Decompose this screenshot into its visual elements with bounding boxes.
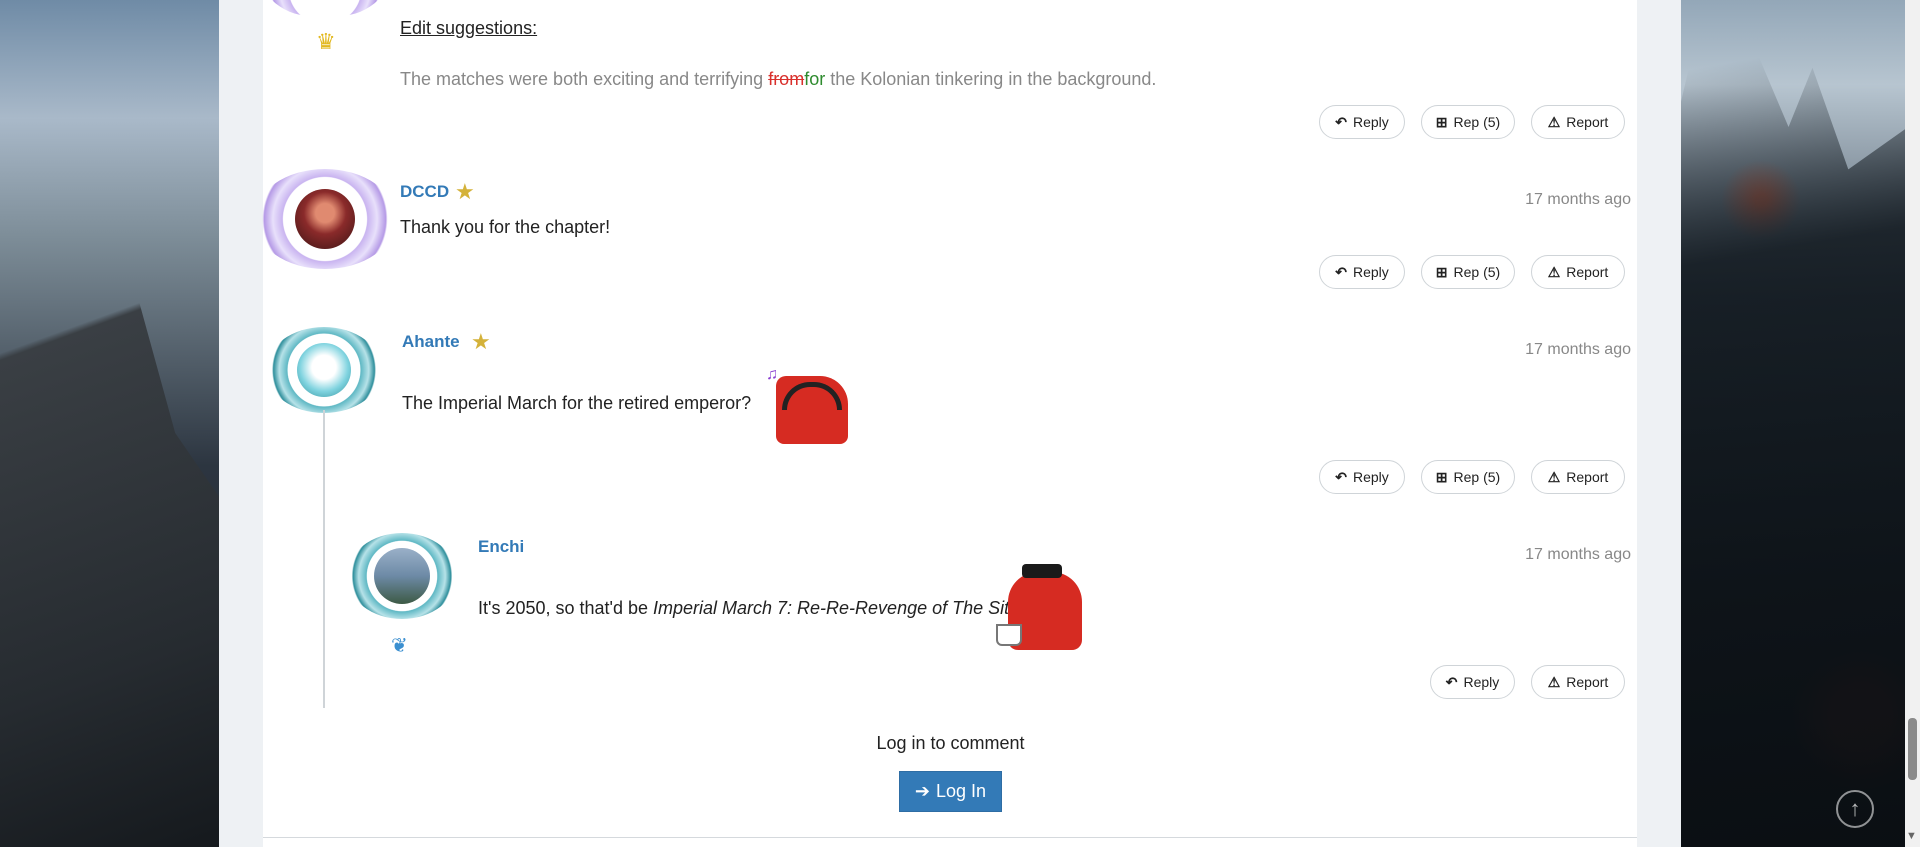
divider	[263, 837, 1637, 838]
avatar[interactable]	[347, 533, 457, 619]
sign-in-icon: ➔	[914, 781, 931, 801]
background-cliff	[0, 210, 219, 847]
author-link[interactable]: Enchi	[478, 537, 524, 557]
reply-label: Reply	[1463, 674, 1500, 690]
scrollbar-thumb[interactable]	[1908, 718, 1917, 780]
comment-text: It's 2050, so that'd be Imperial March 7…	[478, 598, 1024, 619]
warning-icon: ⚠	[1547, 263, 1561, 280]
reply-label: Reply	[1352, 469, 1389, 485]
plus-square-icon: ⊞	[1435, 468, 1448, 485]
music-note-icon: ♫	[766, 366, 778, 383]
reply-icon: ↶	[1335, 113, 1347, 130]
reply-icon: ↶	[1335, 263, 1347, 280]
headphones-emote	[776, 376, 848, 444]
login-button-label: Log In	[936, 781, 987, 801]
report-label: Report	[1566, 469, 1609, 485]
timestamp: 17 months ago	[1525, 191, 1631, 208]
avatar[interactable]	[266, 327, 382, 413]
report-button[interactable]: ⚠ Report	[1531, 460, 1625, 494]
coffee-emote	[996, 564, 1082, 650]
reply-icon: ↶	[1445, 673, 1458, 690]
scroll-down-arrow-icon[interactable]: ▼	[1906, 830, 1917, 842]
feather-icon: ❦	[391, 635, 408, 657]
comment-text: Thank you for the chapter!	[400, 217, 611, 237]
report-button[interactable]: ⚠ Report	[1531, 665, 1625, 699]
avatar[interactable]	[255, 0, 395, 16]
thread-line	[323, 410, 325, 708]
star-icon: ★	[455, 179, 475, 204]
background-right	[1681, 0, 1920, 847]
author-link[interactable]: Ahante	[402, 332, 460, 352]
page-gutter-right	[1637, 0, 1681, 847]
avatar[interactable]	[254, 169, 396, 269]
background-trees	[1681, 0, 1920, 847]
report-label: Report	[1566, 114, 1609, 130]
reply-label: Reply	[1352, 264, 1389, 280]
login-button[interactable]: ➔ Log In	[899, 771, 1002, 812]
edit-text-before: The matches were both exciting and terri…	[400, 69, 769, 89]
background-left	[0, 0, 219, 847]
plus-square-icon: ⊞	[1435, 113, 1448, 130]
comment-text: The Imperial March for the retired emper…	[402, 393, 752, 413]
edit-suggestions-heading: Edit suggestions:	[400, 18, 538, 38]
timestamp: 17 months ago	[1525, 341, 1631, 358]
reply-button[interactable]: ↶ Reply	[1430, 665, 1515, 699]
plus-square-icon: ⊞	[1435, 263, 1448, 280]
report-button[interactable]: ⚠ Report	[1531, 105, 1625, 139]
rep-label: Rep (5)	[1453, 264, 1501, 280]
scroll-to-top-button[interactable]: ↑	[1836, 790, 1874, 828]
reply-button[interactable]: ↶ Reply	[1319, 105, 1405, 139]
warning-icon: ⚠	[1547, 673, 1561, 690]
report-button[interactable]: ⚠ Report	[1531, 255, 1625, 289]
star-icon: ★	[471, 329, 491, 354]
timestamp: 17 months ago	[1525, 546, 1631, 563]
comment-text-plain: It's 2050, so that'd be	[478, 598, 653, 618]
rep-label: Rep (5)	[1453, 114, 1501, 130]
edit-suggestion-text: The matches were both exciting and terri…	[400, 69, 1156, 90]
warning-icon: ⚠	[1547, 113, 1561, 130]
rep-label: Rep (5)	[1453, 469, 1501, 485]
rep-button[interactable]: ⊞ Rep (5)	[1421, 255, 1515, 289]
crown-icon: ♛	[316, 29, 336, 54]
report-label: Report	[1566, 674, 1609, 690]
rep-button[interactable]: ⊞ Rep (5)	[1421, 105, 1515, 139]
report-label: Report	[1566, 264, 1609, 280]
page-gutter-left	[219, 0, 263, 847]
author-link[interactable]: DCCD	[400, 182, 449, 202]
reply-button[interactable]: ↶ Reply	[1319, 255, 1405, 289]
reply-icon: ↶	[1335, 468, 1347, 485]
edit-text-after: the Kolonian tinkering in the background…	[825, 69, 1157, 89]
arrow-up-icon: ↑	[1849, 796, 1861, 821]
reply-button[interactable]: ↶ Reply	[1319, 460, 1405, 494]
reply-label: Reply	[1352, 114, 1389, 130]
login-prompt: Log in to comment	[876, 733, 1025, 753]
edit-inserted-word: for	[804, 69, 826, 89]
warning-icon: ⚠	[1547, 468, 1561, 485]
rep-button[interactable]: ⊞ Rep (5)	[1421, 460, 1515, 494]
edit-deleted-word: from	[768, 69, 805, 89]
comment-text-italic: Imperial March 7: Re-Re-Revenge of The S…	[653, 598, 1020, 618]
